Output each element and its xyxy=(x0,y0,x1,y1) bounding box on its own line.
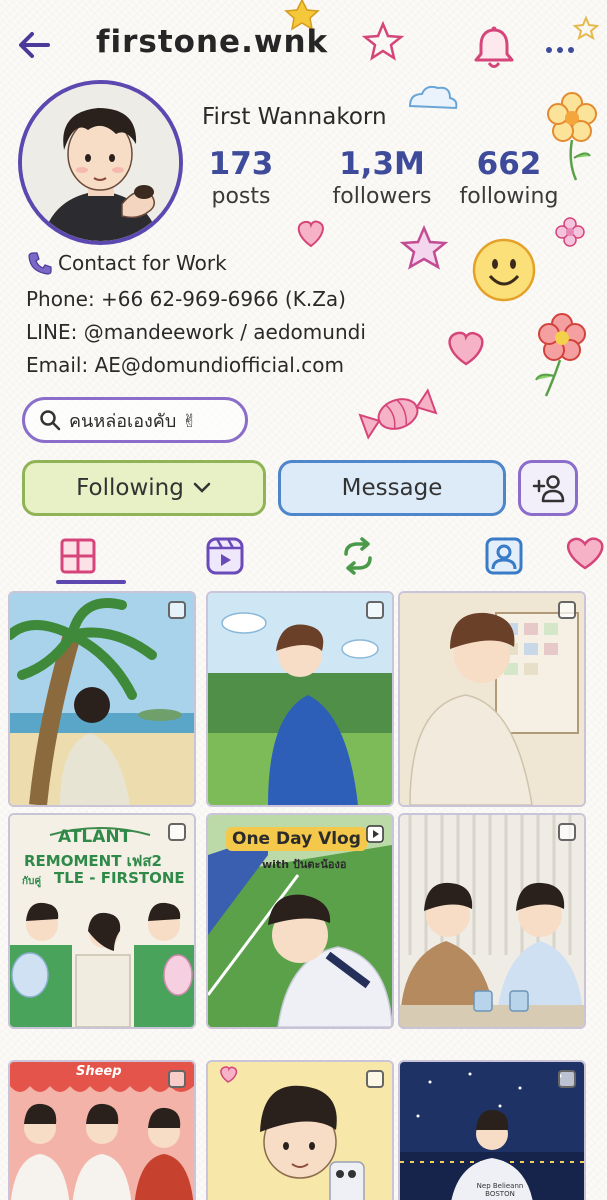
following-button-label: Following xyxy=(76,475,184,501)
tab-reposts[interactable] xyxy=(336,534,380,578)
heart-doodle xyxy=(566,537,604,570)
shirt-text: Nep Belieann BOSTON xyxy=(476,1182,524,1198)
message-button[interactable]: Message xyxy=(278,460,506,516)
post-image-night-city xyxy=(400,1062,584,1200)
tagged-icon xyxy=(485,537,523,575)
vlog-title: One Day Vlog xyxy=(226,827,367,851)
search-icon xyxy=(40,410,61,431)
post-image-room xyxy=(400,593,584,805)
arrow-left-icon xyxy=(19,32,50,58)
select-checkbox[interactable] xyxy=(168,1070,186,1088)
followers-stat[interactable]: 1,3M followers xyxy=(318,146,446,209)
grid-icon xyxy=(60,538,96,574)
star-doodle xyxy=(399,224,449,270)
chevron-down-icon xyxy=(193,482,211,493)
post-image-sheep-trio xyxy=(10,1062,194,1200)
avatar-illustration xyxy=(22,84,179,241)
candy-doodle xyxy=(358,388,438,440)
profile-username: firstone.wnk xyxy=(96,24,329,60)
bell-icon xyxy=(474,26,514,68)
select-checkbox[interactable] xyxy=(168,823,186,841)
profile-avatar[interactable] xyxy=(18,80,183,245)
following-count: 662 xyxy=(476,146,542,182)
post-image-beach xyxy=(10,593,194,805)
post-image-cafe xyxy=(400,815,584,1027)
active-tab-underline xyxy=(56,580,126,584)
reels-icon xyxy=(206,537,244,575)
post-tile[interactable]: Nep Belieann BOSTON xyxy=(398,1060,586,1200)
highlight-search-pill[interactable]: คนหล่อเองคับ ✌ xyxy=(22,397,248,443)
post-tile[interactable]: ATLANT REMOMENT เฟส2 กับคู่ TLE - FIRSTO… xyxy=(8,813,196,1029)
following-label: following xyxy=(459,184,559,209)
post-tile[interactable] xyxy=(398,813,586,1029)
select-checkbox[interactable] xyxy=(366,601,384,619)
following-stat[interactable]: 662 following xyxy=(454,146,564,209)
bio-email[interactable]: Email: AE@domundiofficial.com xyxy=(26,353,344,377)
bio-phone: Phone: +66 62-969-6966 (K.Za) xyxy=(26,287,346,311)
highlight-search-text: คนหล่อเองคับ ✌ xyxy=(69,410,198,432)
smiley-doodle xyxy=(472,238,536,302)
poster-line3b: TLE - FIRSTONE xyxy=(54,869,185,887)
more-options-button[interactable] xyxy=(542,30,578,66)
phone-icon xyxy=(28,252,52,275)
contact-label: Contact for Work xyxy=(58,251,227,275)
post-tile[interactable] xyxy=(206,1060,394,1200)
followers-count: 1,3M xyxy=(339,146,425,182)
tab-posts-grid[interactable] xyxy=(56,534,100,578)
post-tile[interactable]: One Day Vlog with ปันตะน้องอ xyxy=(206,813,394,1029)
suggest-users-button[interactable] xyxy=(518,460,578,516)
post-image-field xyxy=(208,593,392,805)
tab-reels[interactable] xyxy=(203,534,247,578)
star-doodle xyxy=(572,15,600,41)
heart-doodle xyxy=(297,220,324,248)
posts-stat[interactable]: 173 posts xyxy=(198,146,284,209)
add-user-icon xyxy=(532,475,565,503)
heart-doodle xyxy=(448,331,484,366)
repost-icon xyxy=(344,537,372,575)
followers-label: followers xyxy=(332,184,432,209)
profile-full-name: First Wannakorn xyxy=(202,104,387,130)
post-image-selfie xyxy=(208,1062,392,1200)
back-button[interactable] xyxy=(14,24,56,66)
poster-line1: ATLANT xyxy=(58,827,132,847)
vlog-subtitle: with ปันตะน้องอ xyxy=(262,858,347,871)
select-checkbox[interactable] xyxy=(558,823,576,841)
message-button-label: Message xyxy=(341,475,443,501)
tab-tagged[interactable] xyxy=(482,534,526,578)
post-tile[interactable] xyxy=(398,591,586,807)
bio-line: LINE: @mandeework / aedomundi xyxy=(26,320,366,344)
posts-count: 173 xyxy=(208,146,274,182)
select-checkbox[interactable] xyxy=(558,1070,576,1088)
notifications-button[interactable] xyxy=(472,24,516,72)
flower-doodle xyxy=(535,313,586,397)
post-tile[interactable]: Sheep xyxy=(8,1060,196,1200)
following-button[interactable]: Following xyxy=(22,460,266,516)
cloud-doodle xyxy=(408,85,458,110)
sheep-banner: Sheep xyxy=(76,1064,122,1079)
reel-play-icon xyxy=(366,825,384,843)
post-tile[interactable] xyxy=(8,591,196,807)
bio-contact-line: Contact for Work xyxy=(26,250,227,276)
flower-doodle xyxy=(555,217,585,247)
posts-label: posts xyxy=(211,184,271,209)
star-doodle xyxy=(361,20,405,61)
select-checkbox[interactable] xyxy=(558,601,576,619)
select-checkbox[interactable] xyxy=(168,601,186,619)
post-tile[interactable] xyxy=(206,591,394,807)
poster-line3a: กับคู่ xyxy=(22,876,42,887)
more-dots-icon xyxy=(546,47,574,53)
select-checkbox[interactable] xyxy=(366,1070,384,1088)
